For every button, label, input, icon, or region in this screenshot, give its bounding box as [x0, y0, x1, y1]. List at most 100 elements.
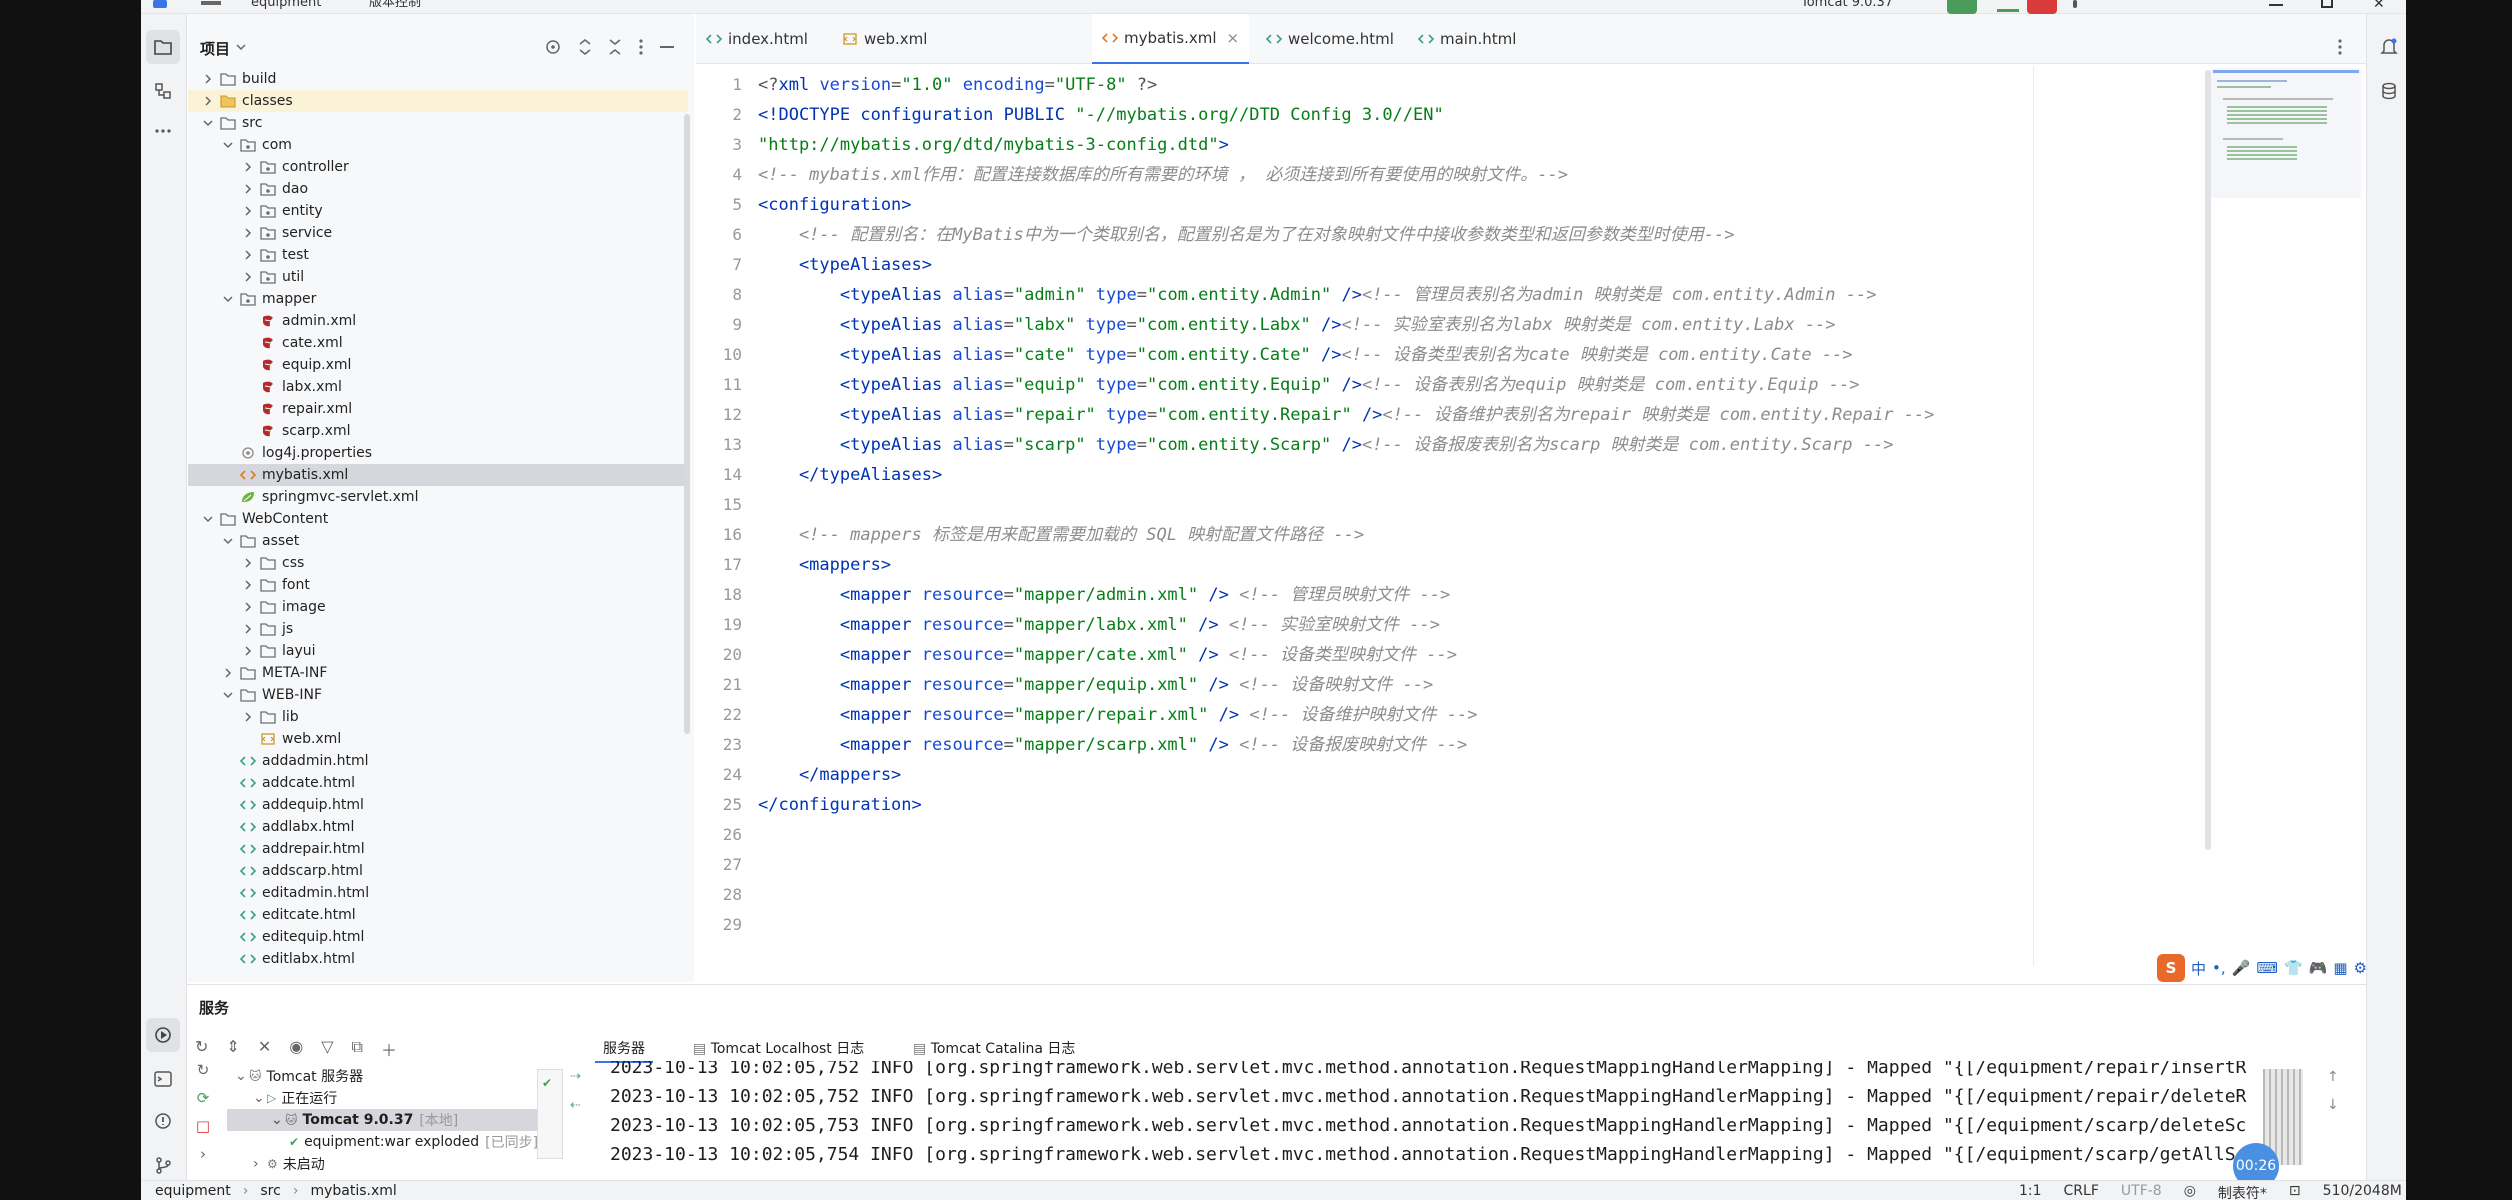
chevron-right-icon[interactable]	[242, 249, 254, 261]
step-in-icon[interactable]: ⇢	[570, 1069, 586, 1084]
ime-toolbar[interactable]: S 中 •, 🎤 ⌨ 👕 🎮 ▦ ⚙	[2157, 954, 2367, 982]
database-button[interactable]	[2372, 74, 2406, 108]
keyboard-icon[interactable]: ⌨	[2256, 959, 2278, 977]
close-tab-icon[interactable]: ×	[1227, 29, 1240, 47]
tree-item-meta-inf[interactable]: META-INF	[188, 662, 688, 684]
tree-item-mybatis-xml[interactable]: mybatis.xml	[188, 464, 688, 486]
caret-position[interactable]: 1:1	[2019, 1183, 2042, 1200]
tab-main-html[interactable]: main.html	[1408, 14, 1526, 64]
tree-item-web-xml[interactable]: web.xml	[188, 728, 688, 750]
tree-item-addequip-html[interactable]: addequip.html	[188, 794, 688, 816]
tree-item-equip-xml[interactable]: equip.xml	[188, 354, 688, 376]
structure-tool-button[interactable]	[146, 74, 180, 108]
more-actions-icon[interactable]	[2073, 0, 2077, 8]
microphone-icon[interactable]: 🎤	[2232, 959, 2251, 977]
tree-item-scarp-xml[interactable]: scarp.xml	[188, 420, 688, 442]
project-tool-button[interactable]	[146, 30, 180, 64]
scroll-down-icon[interactable]: ↓	[2327, 1097, 2339, 1113]
lock-icon[interactable]: ⊡	[2289, 1183, 2301, 1200]
tree-item-editadmin-html[interactable]: editadmin.html	[188, 882, 688, 904]
chevron-down-icon[interactable]	[202, 117, 214, 129]
tree-item-service[interactable]: service	[188, 222, 688, 244]
project-panel-title[interactable]: 项目	[200, 38, 230, 59]
minimize-button[interactable]	[2269, 4, 2283, 6]
tree-item-editlabx-html[interactable]: editlabx.html	[188, 948, 688, 970]
chevron-right-icon[interactable]	[242, 205, 254, 217]
filter-icon[interactable]: ▽	[321, 1037, 333, 1061]
tree-item-util[interactable]: util	[188, 266, 688, 288]
tree-item-editcate-html[interactable]: editcate.html	[188, 904, 688, 926]
toolbox-icon[interactable]: ▦	[2333, 959, 2347, 977]
chevron-down-icon[interactable]	[202, 513, 214, 525]
open-new-tab-icon[interactable]: ⧉	[352, 1037, 363, 1061]
code-editor[interactable]: <?xml version="1.0" encoding="UTF-8" ?> <…	[758, 66, 2178, 966]
update-icon[interactable]: ⟳	[197, 1089, 210, 1107]
notifications-button[interactable]	[2372, 30, 2406, 64]
chevron-right-icon[interactable]	[242, 645, 254, 657]
tree-item-editequip-html[interactable]: editequip.html	[188, 926, 688, 948]
tree-item-classes[interactable]: classes	[188, 90, 688, 112]
chevron-right-icon[interactable]	[222, 667, 234, 679]
breadcrumb-project[interactable]: equipment	[155, 1183, 231, 1199]
chevron-down-icon[interactable]	[222, 139, 234, 151]
tree-item-web-inf[interactable]: WEB-INF	[188, 684, 688, 706]
tree-item-addadmin-html[interactable]: addadmin.html	[188, 750, 688, 772]
chevron-right-icon[interactable]	[242, 601, 254, 613]
tree-item-addcate-html[interactable]: addcate.html	[188, 772, 688, 794]
settings-icon[interactable]: ⚙	[2354, 959, 2367, 977]
tree-item-asset[interactable]: asset	[188, 530, 688, 552]
chevron-right-icon[interactable]	[242, 623, 254, 635]
tabs-menu-icon[interactable]	[2337, 38, 2343, 56]
tree-item-test[interactable]: test	[188, 244, 688, 266]
collapse-icon[interactable]: ✕	[258, 1037, 271, 1061]
vcs-menu[interactable]: 版本控制	[369, 0, 421, 9]
line-separator[interactable]: CRLF	[2064, 1183, 2099, 1200]
tab-index-html[interactable]: index.html	[696, 14, 818, 64]
indent-setting[interactable]: 制表符*	[2218, 1183, 2267, 1200]
chevron-right-icon[interactable]: ›	[253, 1156, 267, 1172]
chevron-right-icon[interactable]	[202, 73, 214, 85]
tree-item-font[interactable]: font	[188, 574, 688, 596]
log-tab[interactable]: ▤ Tomcat Localhost 日志	[685, 1035, 872, 1063]
tree-item-repair-xml[interactable]: repair.xml	[188, 398, 688, 420]
log-output[interactable]: 2023-10-13 10:02:05,752 INFO [org.spring…	[610, 1061, 2250, 1181]
tree-item-cate-xml[interactable]: cate.xml	[188, 332, 688, 354]
services-tree-item[interactable]: › ⚙ 未启动	[227, 1153, 537, 1175]
collapse-all-icon[interactable]	[608, 38, 622, 56]
editor-scrollbar[interactable]	[2205, 70, 2211, 850]
chevron-right-icon[interactable]	[242, 161, 254, 173]
chevron-right-icon[interactable]	[242, 271, 254, 283]
tree-item-addlabx-html[interactable]: addlabx.html	[188, 816, 688, 838]
chevron-right-icon[interactable]	[242, 227, 254, 239]
expand-icon[interactable]: ⇕	[226, 1037, 239, 1061]
game-icon[interactable]: 🎮	[2309, 959, 2328, 977]
stop-service-icon[interactable]: □	[196, 1117, 210, 1135]
locate-file-icon[interactable]	[544, 38, 562, 56]
terminal-tool-button[interactable]	[146, 1062, 180, 1096]
main-menu-icon[interactable]	[201, 1, 221, 5]
log-tab[interactable]: ▤ Tomcat Catalina 日志	[905, 1035, 1083, 1063]
chevron-down-icon[interactable]: ⌄	[253, 1090, 267, 1106]
services-tree-item[interactable]: ✔ equipment:war exploded [已同步]	[227, 1131, 538, 1153]
close-window-button[interactable]: ✕	[2373, 0, 2385, 12]
tree-item-addrepair-html[interactable]: addrepair.html	[188, 838, 688, 860]
tree-item-js[interactable]: js	[188, 618, 688, 640]
tree-item-webcontent[interactable]: WebContent	[188, 508, 688, 530]
tree-item-com[interactable]: com	[188, 134, 688, 156]
deploy-output-toggle[interactable]: ✔	[537, 1069, 563, 1159]
stop-button[interactable]	[2027, 0, 2057, 14]
problems-tool-button[interactable]	[146, 1104, 180, 1138]
chevron-right-icon[interactable]	[202, 95, 214, 107]
tree-scrollbar[interactable]	[684, 114, 690, 734]
collapse-side-icon[interactable]: ›	[200, 1145, 206, 1163]
maximize-button[interactable]	[2321, 0, 2333, 8]
chevron-right-icon[interactable]	[242, 557, 254, 569]
more-tools-button[interactable]	[146, 114, 180, 148]
services-tool-button[interactable]	[146, 1018, 180, 1052]
chevron-right-icon[interactable]	[242, 579, 254, 591]
tree-item-css[interactable]: css	[188, 552, 688, 574]
chevron-down-icon[interactable]	[222, 689, 234, 701]
expand-all-icon[interactable]	[578, 38, 592, 56]
tree-item-log4j-properties[interactable]: log4j.properties	[188, 442, 688, 464]
rerun-icon[interactable]: ↻	[197, 1061, 210, 1079]
